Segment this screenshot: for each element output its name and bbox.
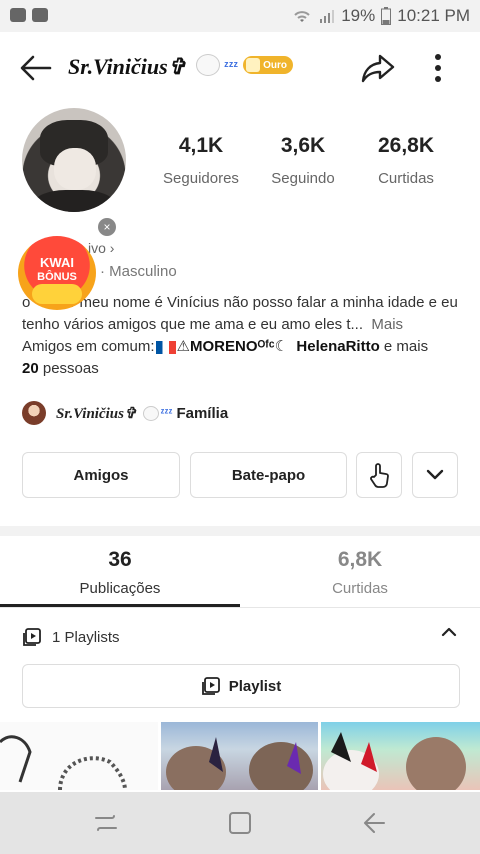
medal-icon	[246, 58, 261, 72]
wifi-icon	[294, 11, 310, 22]
section-divider	[0, 526, 480, 536]
playlist-button[interactable]: Playlist	[22, 664, 460, 708]
more-vertical-icon	[435, 54, 441, 82]
stat-following[interactable]: 3,6K Seguindo	[248, 134, 358, 187]
thumbnail-artwork	[0, 735, 127, 790]
kwai-bonus-text: KWAI BÔNUS	[18, 256, 96, 284]
sleep-icon: ᶻᶻᶻ	[160, 407, 173, 419]
video-thumbnail[interactable]	[0, 722, 158, 790]
status-bar: 19% 10:21 PM	[0, 0, 480, 32]
likes-label: Curtidas	[378, 170, 434, 187]
moon-icon: ☾	[274, 338, 289, 355]
chevron-up-icon[interactable]	[440, 626, 458, 638]
video-thumbnail[interactable]	[321, 722, 480, 790]
following-count: 3,6K	[280, 134, 326, 157]
playlist-button-label: Playlist	[228, 677, 282, 695]
thumbnail-artwork	[323, 732, 466, 790]
share-button[interactable]	[360, 50, 398, 86]
sleep-icon: ᶻᶻᶻ	[224, 57, 239, 73]
publications-label: Publicações	[79, 580, 161, 597]
mutual-friend-1[interactable]: MORENOᴼᶠᶜ	[190, 338, 275, 355]
notification-icons	[10, 8, 48, 22]
mutual-and: e mais	[383, 338, 429, 355]
mutual-suffix: pessoas	[42, 360, 99, 377]
close-promo-button[interactable]: ×	[98, 218, 116, 236]
notification-icon	[10, 8, 26, 22]
avatar-face	[54, 148, 96, 190]
followers-label: Seguidores	[163, 170, 239, 187]
warning-triangle-icon: ⚠	[176, 338, 190, 355]
tab-likes[interactable]: 6,8K Curtidas	[240, 548, 480, 597]
home-icon[interactable]	[226, 810, 254, 836]
profile-header: Sr.Viničius✞ ᶻᶻᶻ Ouro	[0, 40, 480, 96]
tab-likes-count: 6,8K	[337, 548, 383, 571]
coins-icon	[32, 284, 82, 304]
publications-count: 36	[108, 548, 132, 571]
gold-badge[interactable]: Ouro	[243, 56, 293, 74]
tab-publications[interactable]: 36 Publicações	[0, 548, 240, 597]
mutual-prefix: Amigos em comum:	[22, 338, 155, 355]
stat-followers[interactable]: 4,1K Seguidores	[146, 134, 256, 187]
chat-button[interactable]: Bate-papo	[190, 452, 347, 498]
notification-icon	[32, 8, 48, 22]
france-flag-icon	[155, 340, 176, 354]
clock: 10:21 PM	[397, 6, 470, 25]
playlists-count: 1 Playlists	[52, 628, 120, 646]
chevron-down-icon	[426, 469, 444, 480]
back-nav-icon[interactable]	[360, 810, 388, 836]
expand-button[interactable]	[412, 452, 458, 498]
family-label: Família	[176, 404, 229, 422]
more-options-button[interactable]	[424, 50, 452, 86]
back-arrow-icon	[20, 55, 52, 81]
system-nav-bar	[0, 792, 480, 854]
family-row[interactable]: Sr.Viničius✞ ᶻᶻᶻ Família	[22, 400, 228, 426]
share-arrow-icon	[361, 54, 395, 83]
friends-button-label: Amigos	[73, 466, 129, 484]
playlist-icon	[23, 628, 41, 646]
gender-label: · Masculino	[100, 263, 177, 280]
chat-button-label: Bate-papo	[231, 466, 306, 484]
likes-count: 26,8K	[377, 134, 435, 157]
hand-pointer-icon	[370, 463, 389, 488]
playlist-icon	[201, 677, 220, 695]
poke-button[interactable]	[356, 452, 402, 498]
active-status[interactable]: ivo ›	[88, 240, 114, 256]
avatar[interactable]	[22, 108, 126, 212]
playlists-section-header[interactable]: 1 Playlists	[22, 622, 462, 652]
back-button[interactable]	[18, 50, 58, 86]
family-avatar	[22, 401, 46, 425]
speech-bubble-icon	[142, 405, 159, 421]
kwai-bonus-promo[interactable]: KWAI BÔNUS	[18, 236, 96, 310]
friends-button[interactable]: Amigos	[22, 452, 180, 498]
battery-percent: 19%	[341, 6, 376, 25]
video-thumbnail[interactable]	[161, 722, 318, 790]
thumbnail-artwork	[166, 737, 313, 790]
status-right: 19% 10:21 PM	[291, 6, 470, 26]
family-name: Sr.Viničius✞	[56, 405, 137, 422]
badge-label: Ouro	[263, 59, 287, 71]
signal-icon	[320, 10, 335, 23]
mutual-count: 20	[22, 360, 39, 377]
following-label: Seguindo	[271, 170, 335, 187]
mutual-friends[interactable]: Amigos em comum: ⚠MORENOᴼᶠᶜ☾ HelenaRitto …	[22, 336, 462, 380]
followers-count: 4,1K	[178, 134, 224, 157]
recent-apps-icon[interactable]	[92, 810, 120, 836]
tab-likes-label: Curtidas	[332, 580, 388, 597]
tab-separator	[0, 607, 480, 608]
page-title: Sr.Viničius✞	[68, 54, 187, 79]
bio-text[interactable]: or meu nome é Vinícius não posso falar a…	[22, 292, 462, 336]
title-decorations: ᶻᶻᶻ Ouro	[196, 54, 293, 76]
speech-bubble-icon	[196, 54, 220, 76]
stat-likes[interactable]: 26,8K Curtidas	[351, 134, 461, 187]
bio-more-link[interactable]: Mais	[371, 316, 403, 333]
kwai-line1: KWAI	[40, 255, 74, 270]
avatar-body	[32, 190, 116, 212]
battery-icon	[381, 7, 392, 25]
mutual-friend-2[interactable]: HelenaRitto	[296, 338, 379, 355]
kwai-line2: BÔNUS	[37, 271, 77, 283]
